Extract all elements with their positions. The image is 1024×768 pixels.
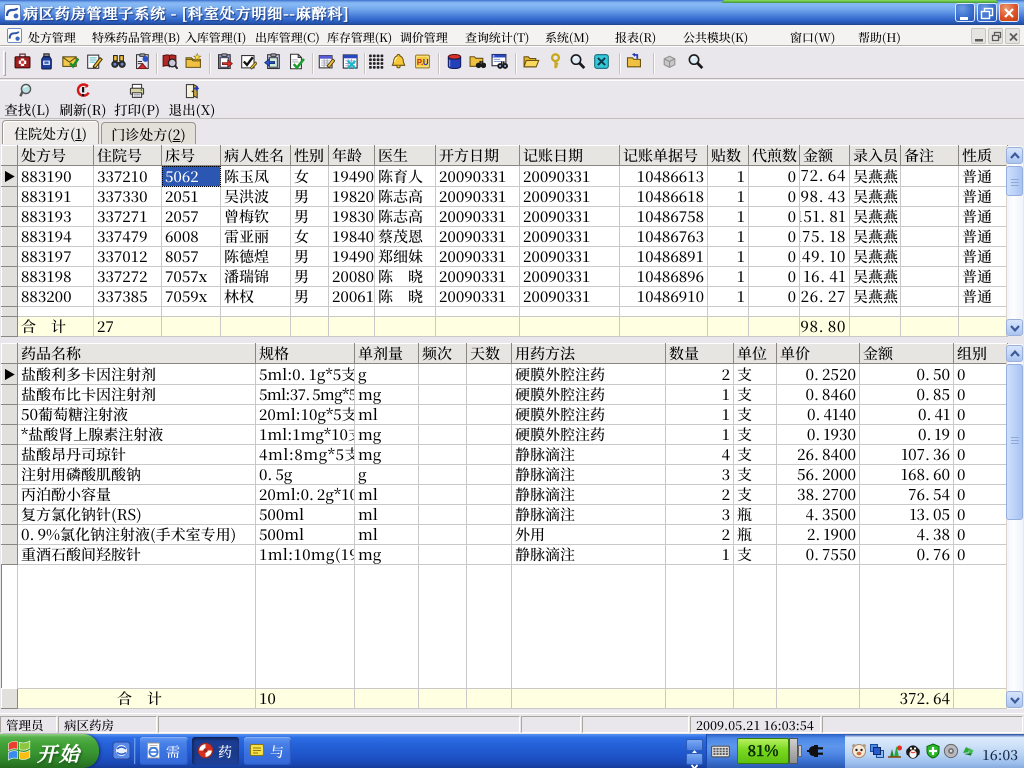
svg-text:U: U [423, 58, 429, 67]
